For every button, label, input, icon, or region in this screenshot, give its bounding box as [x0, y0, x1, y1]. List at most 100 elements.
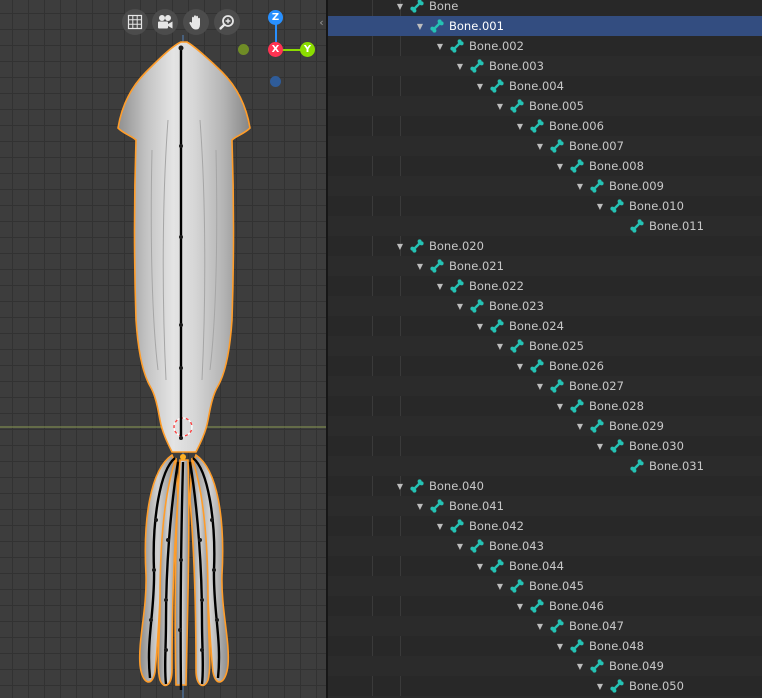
disclosure-triangle-icon[interactable]: ▼ [574, 416, 586, 436]
outliner-row[interactable]: ▼ Bone.025 [328, 336, 762, 356]
outliner-row[interactable]: Bone.011 [328, 216, 762, 236]
outliner-row[interactable]: ▼ Bone.047 [328, 616, 762, 636]
disclosure-triangle-icon[interactable]: ▼ [594, 436, 606, 456]
outliner-row[interactable]: ▼ Bone.045 [328, 576, 762, 596]
gizmo-y-axis[interactable]: Y [300, 42, 315, 57]
disclosure-triangle-icon[interactable]: ▼ [534, 616, 546, 636]
bone-name: Bone.008 [589, 159, 644, 173]
outliner-row[interactable]: ▼ Bone.029 [328, 416, 762, 436]
disclosure-triangle-icon[interactable]: ▼ [454, 536, 466, 556]
outliner-row[interactable]: ▼ Bone.028 [328, 396, 762, 416]
disclosure-triangle-icon[interactable]: ▼ [434, 276, 446, 296]
gizmo-x-axis[interactable]: X [268, 42, 283, 57]
outliner-row[interactable]: ▼ Bone.004 [328, 76, 762, 96]
bone-icon [490, 559, 504, 573]
disclosure-triangle-icon[interactable]: ▼ [534, 376, 546, 396]
outliner-panel[interactable]: ▼ Bone ▼ Bone.001 ▼ Bone.002 ▼ Bone.003 ▼ Bone.00… [328, 0, 762, 698]
bone-icon [430, 259, 444, 273]
outliner-row[interactable]: Bone.031 [328, 456, 762, 476]
squid-model[interactable] [0, 0, 326, 698]
bone-icon [510, 579, 524, 593]
outliner-row[interactable]: ▼ Bone.023 [328, 296, 762, 316]
bone-icon [610, 439, 624, 453]
disclosure-triangle-icon[interactable]: ▼ [474, 556, 486, 576]
disclosure-triangle-icon[interactable]: ▼ [554, 396, 566, 416]
disclosure-triangle-icon[interactable]: ▼ [594, 196, 606, 216]
bone-name: Bone.047 [569, 619, 624, 633]
sidebar-toggle-icon[interactable]: ‹ [317, 14, 326, 30]
outliner-row[interactable]: ▼ Bone.030 [328, 436, 762, 456]
disclosure-triangle-icon[interactable]: ▼ [474, 76, 486, 96]
bone-icon [630, 219, 644, 233]
outliner-row[interactable]: ▼ Bone.024 [328, 316, 762, 336]
3d-viewport[interactable]: Z X Y ‹ [0, 0, 326, 698]
outliner-row[interactable]: ▼ Bone.010 [328, 196, 762, 216]
outliner-row[interactable]: ▼ Bone.020 [328, 236, 762, 256]
outliner-row[interactable]: ▼ Bone.008 [328, 156, 762, 176]
disclosure-triangle-icon[interactable]: ▼ [514, 356, 526, 376]
outliner-row[interactable]: ▼ Bone.050 [328, 676, 762, 696]
outliner-row[interactable]: ▼ Bone.043 [328, 536, 762, 556]
bone-name: Bone.004 [509, 79, 564, 93]
outliner-row[interactable]: ▼ Bone.048 [328, 636, 762, 656]
disclosure-triangle-icon[interactable]: ▼ [594, 676, 606, 696]
disclosure-triangle-icon[interactable]: ▼ [454, 296, 466, 316]
outliner-row[interactable]: ▼ Bone.003 [328, 56, 762, 76]
disclosure-triangle-icon[interactable]: ▼ [414, 16, 426, 36]
outliner-row[interactable]: ▼ Bone.005 [328, 96, 762, 116]
disclosure-triangle-icon[interactable]: ▼ [534, 136, 546, 156]
bone-icon [610, 679, 624, 693]
outliner-row[interactable]: ▼ Bone.006 [328, 116, 762, 136]
disclosure-triangle-icon[interactable]: ▼ [454, 56, 466, 76]
bone-name: Bone.027 [569, 379, 624, 393]
outliner-row[interactable]: ▼ Bone.021 [328, 256, 762, 276]
outliner-row[interactable]: ▼ Bone.009 [328, 176, 762, 196]
bone-name: Bone.020 [429, 239, 484, 253]
disclosure-triangle-icon[interactable]: ▼ [394, 476, 406, 496]
disclosure-triangle-icon[interactable]: ▼ [554, 636, 566, 656]
disclosure-triangle-icon[interactable]: ▼ [574, 176, 586, 196]
outliner-row[interactable]: ▼ Bone.042 [328, 516, 762, 536]
bone-icon [450, 39, 464, 53]
bone-icon [630, 459, 644, 473]
disclosure-triangle-icon[interactable]: ▼ [394, 0, 406, 16]
disclosure-triangle-icon[interactable]: ▼ [514, 596, 526, 616]
bone-name: Bone [429, 0, 459, 13]
disclosure-triangle-icon[interactable]: ▼ [434, 36, 446, 56]
outliner-row[interactable]: ▼ Bone.007 [328, 136, 762, 156]
disclosure-triangle-icon[interactable]: ▼ [494, 336, 506, 356]
bone-name: Bone.002 [469, 39, 524, 53]
disclosure-triangle-icon[interactable]: ▼ [414, 256, 426, 276]
outliner-row[interactable]: ▼ Bone.022 [328, 276, 762, 296]
grid-icon [127, 14, 143, 30]
disclosure-triangle-icon[interactable]: ▼ [494, 576, 506, 596]
outliner-row[interactable]: ▼ Bone.001 [328, 16, 762, 36]
outliner-row[interactable]: ▼ Bone [328, 0, 762, 16]
grid-toggle-button[interactable] [122, 9, 148, 35]
bone-icon [530, 359, 544, 373]
disclosure-triangle-icon[interactable]: ▼ [414, 496, 426, 516]
pan-view-button[interactable] [183, 9, 209, 35]
disclosure-triangle-icon[interactable]: ▼ [394, 236, 406, 256]
outliner-row[interactable]: ▼ Bone.027 [328, 376, 762, 396]
outliner-row[interactable]: ▼ Bone.026 [328, 356, 762, 376]
gizmo-neg-y-axis[interactable] [238, 44, 249, 55]
bone-name: Bone.005 [529, 99, 584, 113]
disclosure-triangle-icon[interactable]: ▼ [474, 316, 486, 336]
outliner-row[interactable]: ▼ Bone.044 [328, 556, 762, 576]
outliner-row[interactable]: ▼ Bone.049 [328, 656, 762, 676]
disclosure-triangle-icon[interactable]: ▼ [434, 516, 446, 536]
bone-icon [430, 499, 444, 513]
outliner-row[interactable]: ▼ Bone.041 [328, 496, 762, 516]
disclosure-triangle-icon[interactable]: ▼ [494, 96, 506, 116]
camera-view-button[interactable] [152, 9, 178, 35]
disclosure-triangle-icon[interactable]: ▼ [554, 156, 566, 176]
outliner-row[interactable]: ▼ Bone.002 [328, 36, 762, 56]
outliner-row[interactable]: ▼ Bone.046 [328, 596, 762, 616]
disclosure-triangle-icon[interactable]: ▼ [574, 656, 586, 676]
camera-icon [158, 15, 173, 29]
gizmo-neg-z-axis[interactable] [270, 76, 281, 87]
gizmo-z-axis[interactable]: Z [268, 10, 283, 25]
outliner-row[interactable]: ▼ Bone.040 [328, 476, 762, 496]
disclosure-triangle-icon[interactable]: ▼ [514, 116, 526, 136]
